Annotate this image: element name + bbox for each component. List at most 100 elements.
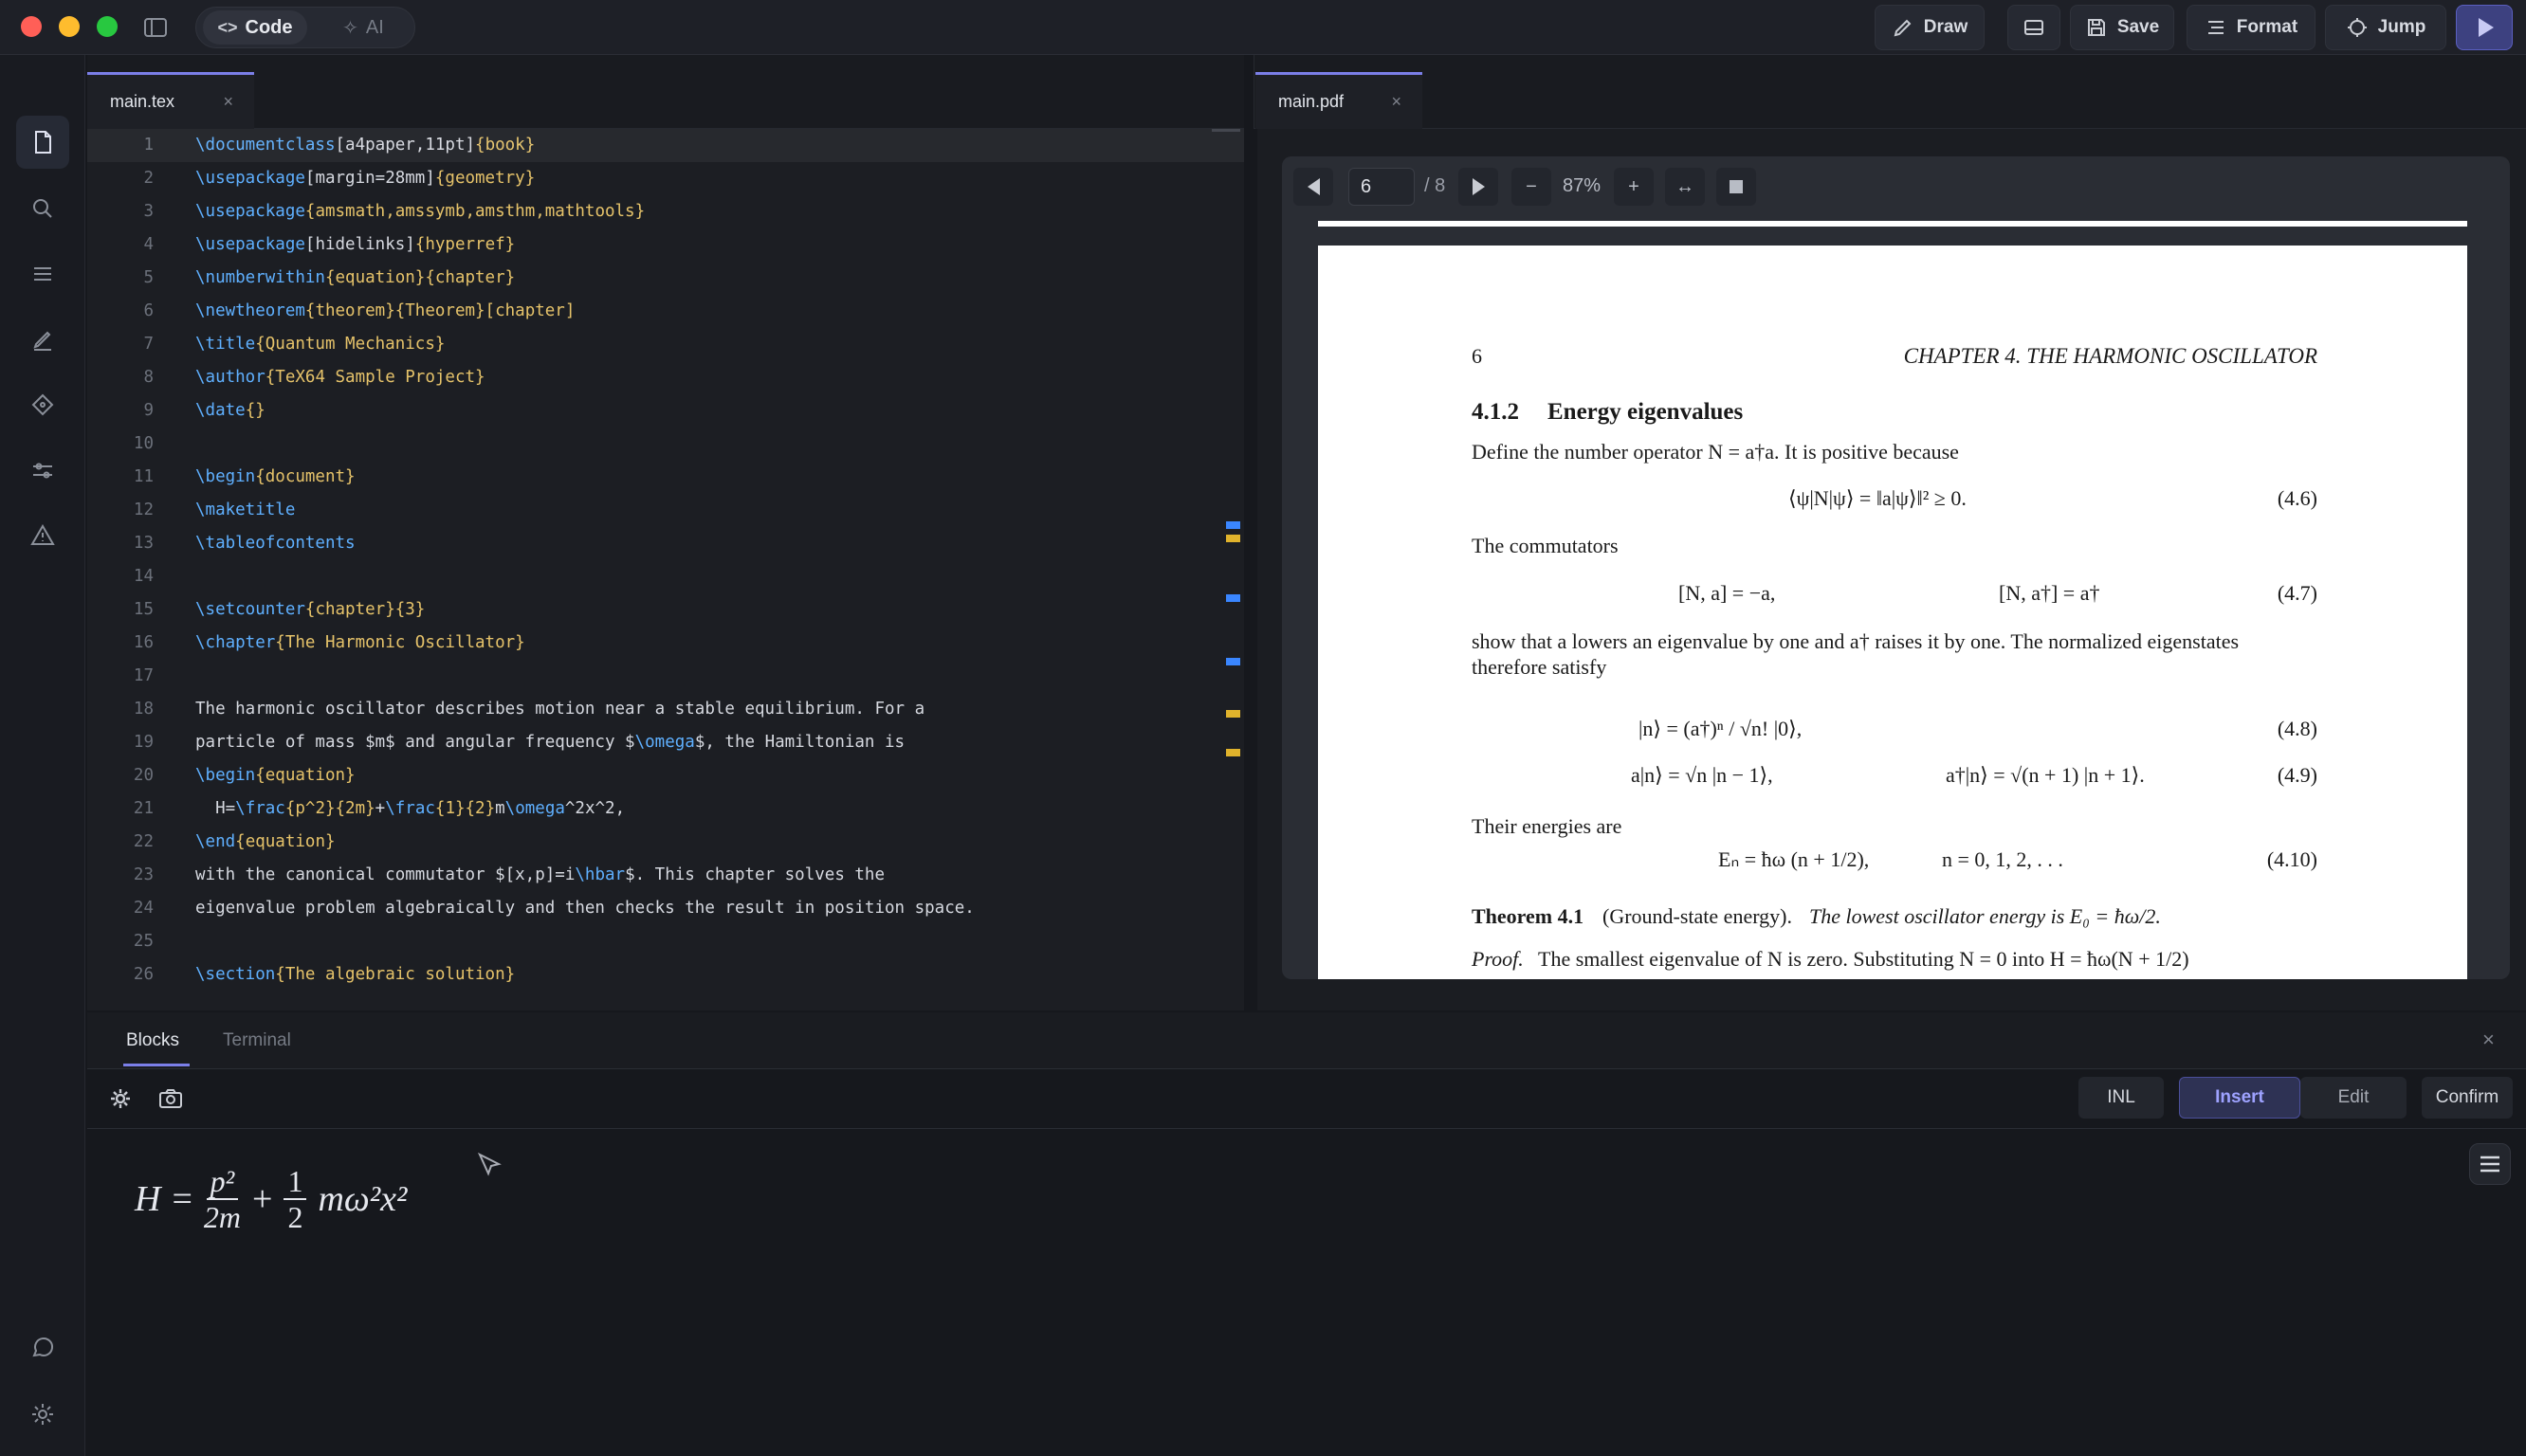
code-line[interactable]: 13 \tableofcontents (87, 527, 1244, 560)
code-text: H=\frac{p^2}{2m}+\frac{1}{2}m\omega^2x^2… (195, 792, 625, 826)
code-line[interactable]: 6 \newtheorem{theorem}{Theorem}[chapter] (87, 295, 1244, 328)
code-line[interactable]: 15 \setcounter{chapter}{3} (87, 593, 1244, 627)
tab-main-pdf[interactable]: main.pdf × (1255, 72, 1422, 129)
symbols-button[interactable] (16, 378, 69, 431)
gear-icon[interactable] (108, 1086, 133, 1111)
code-line[interactable]: 22 \end{equation} (87, 826, 1244, 859)
code-line[interactable]: 23 with the canonical commutator $[x,p]=i… (87, 859, 1244, 892)
mode-code-button[interactable]: <> Code (203, 10, 307, 45)
close-window-button[interactable] (21, 16, 42, 37)
previous-page-edge (1318, 221, 2467, 227)
equation: Eₙ = ħω (n + 1/2), (1718, 847, 1870, 871)
page-number-text: 6 (1472, 344, 1482, 368)
problems-button[interactable] (16, 509, 69, 562)
block-menu-button[interactable] (2469, 1143, 2511, 1185)
search-icon (33, 199, 52, 218)
mode-ai-button[interactable]: ✧ AI (320, 10, 406, 45)
zoom-out-button[interactable]: − (1511, 168, 1551, 206)
code-line[interactable]: 20 \begin{equation} (87, 759, 1244, 792)
code-token: {hyperref} (414, 235, 516, 254)
code-line[interactable]: 3 \usepackage{amsmath,amssymb,amsthm,math… (87, 195, 1244, 228)
code-token: \end (195, 832, 236, 851)
next-page-button[interactable] (1458, 168, 1498, 206)
tab-main-tex[interactable]: main.tex × (87, 72, 254, 129)
tab-blocks[interactable]: Blocks (126, 1030, 179, 1051)
search-button[interactable] (16, 182, 69, 235)
zoom-in-button[interactable]: + (1614, 168, 1654, 206)
mode-ai-label: AI (365, 16, 384, 38)
code-line[interactable]: 10 (87, 428, 1244, 461)
code-token: \omega (634, 733, 695, 752)
chat-button[interactable] (16, 1321, 69, 1374)
code-text: \chapter{The Harmonic Oscillator} (195, 627, 525, 660)
code-text: \date{} (195, 394, 265, 428)
code-token: with the canonical commutator $[x,p]=i (195, 865, 576, 884)
mode-edit-button[interactable]: Edit (2300, 1077, 2407, 1119)
formula-plus: + (252, 1179, 273, 1219)
code-line[interactable]: 11 \begin{document} (87, 461, 1244, 494)
code-line[interactable]: 5 \numberwithin{equation}{chapter} (87, 262, 1244, 295)
code-token: \date (195, 401, 246, 420)
fit-page-button[interactable] (1716, 168, 1756, 206)
camera-icon[interactable] (157, 1086, 184, 1111)
code-line[interactable]: 4 \usepackage[hidelinks]{hyperref} (87, 228, 1244, 262)
arrows-horizontal-icon: ↔ (1675, 175, 1694, 197)
code-line[interactable]: 8 \author{TeX64 Sample Project} (87, 361, 1244, 394)
jump-button[interactable]: Jump (2325, 5, 2446, 50)
close-tab-icon[interactable]: × (1391, 92, 1401, 112)
annotate-button[interactable] (16, 313, 69, 366)
code-token: {TeX64 Sample Project} (265, 368, 485, 387)
code-line[interactable]: 24 eigenvalue problem algebraically and t… (87, 892, 1244, 925)
mode-inl-button[interactable]: INL (2078, 1077, 2164, 1119)
minimize-window-button[interactable] (59, 16, 80, 37)
code-line[interactable]: 14 (87, 560, 1244, 593)
sidebar-toggle-icon[interactable] (142, 14, 169, 41)
formula-lhs: H (135, 1179, 161, 1219)
close-tab-icon[interactable]: × (223, 92, 233, 112)
equation: [N, a] = −a, (1678, 581, 1776, 605)
settings-sliders-button[interactable] (16, 444, 69, 497)
prev-page-button[interactable] (1293, 168, 1333, 206)
save-button[interactable]: Save (2070, 5, 2174, 50)
code-token: particle of mass $m$ and angular frequen… (195, 733, 635, 752)
tab-terminal[interactable]: Terminal (223, 1030, 291, 1051)
format-button[interactable]: Format (2187, 5, 2316, 50)
pencil-icon (1894, 19, 1912, 37)
draw-button[interactable]: Draw (1875, 5, 1985, 50)
run-button[interactable] (2456, 5, 2513, 50)
fit-width-button[interactable]: ↔ (1665, 168, 1705, 206)
code-line[interactable]: 12 \maketitle (87, 494, 1244, 527)
code-line[interactable]: 25 (87, 925, 1244, 958)
code-token: \usepackage (195, 169, 305, 188)
format-lines-icon (2207, 21, 2224, 34)
confirm-button[interactable]: Confirm (2422, 1077, 2513, 1119)
code-line[interactable]: 2 \usepackage[margin=28mm]{geometry} (87, 162, 1244, 195)
explorer-button[interactable] (16, 116, 69, 169)
code-line[interactable]: 18 The harmonic oscillator describes moti… (87, 693, 1244, 726)
code-line[interactable]: 16 \chapter{The Harmonic Oscillator} (87, 627, 1244, 660)
save-label: Save (2116, 17, 2160, 37)
close-panel-icon[interactable]: × (2482, 1028, 2495, 1052)
panel-icon (2024, 20, 2043, 35)
code-editor[interactable]: 1 \documentclass[a4paper,11pt]{book} 2 \use… (87, 129, 1244, 1010)
paragraph: Define the number operator N = a†a. It i… (1472, 440, 1959, 464)
sparkle-icon: ✧ (342, 17, 358, 39)
scrollbar-thumb[interactable] (1212, 129, 1240, 132)
settings-button[interactable] (16, 1388, 69, 1441)
mode-code-label: Code (245, 16, 293, 38)
formula-preview: H = p² 2m + 1 2 mω²x² (135, 1156, 407, 1242)
code-line[interactable]: 21 H=\frac{p^2}{2m}+\frac{1}{2}m\omega^2… (87, 792, 1244, 826)
code-line[interactable]: 17 (87, 660, 1244, 693)
code-line[interactable]: 26 \section{The algebraic solution} (87, 958, 1244, 992)
outline-button[interactable] (16, 247, 69, 300)
code-text: \usepackage[margin=28mm]{geometry} (195, 162, 535, 195)
code-text: \setcounter{chapter}{3} (195, 593, 425, 627)
mode-insert-button[interactable]: Insert (2179, 1077, 2300, 1119)
code-line[interactable]: 7 \title{Quantum Mechanics} (87, 328, 1244, 361)
code-line[interactable]: 9 \date{} (87, 394, 1244, 428)
page-number-input[interactable] (1348, 168, 1415, 206)
change-marker (1226, 594, 1240, 602)
code-line[interactable]: 19 particle of mass $m$ and angular frequ… (87, 726, 1244, 759)
layout-toggle-button[interactable] (2007, 5, 2060, 50)
maximize-window-button[interactable] (97, 16, 118, 37)
